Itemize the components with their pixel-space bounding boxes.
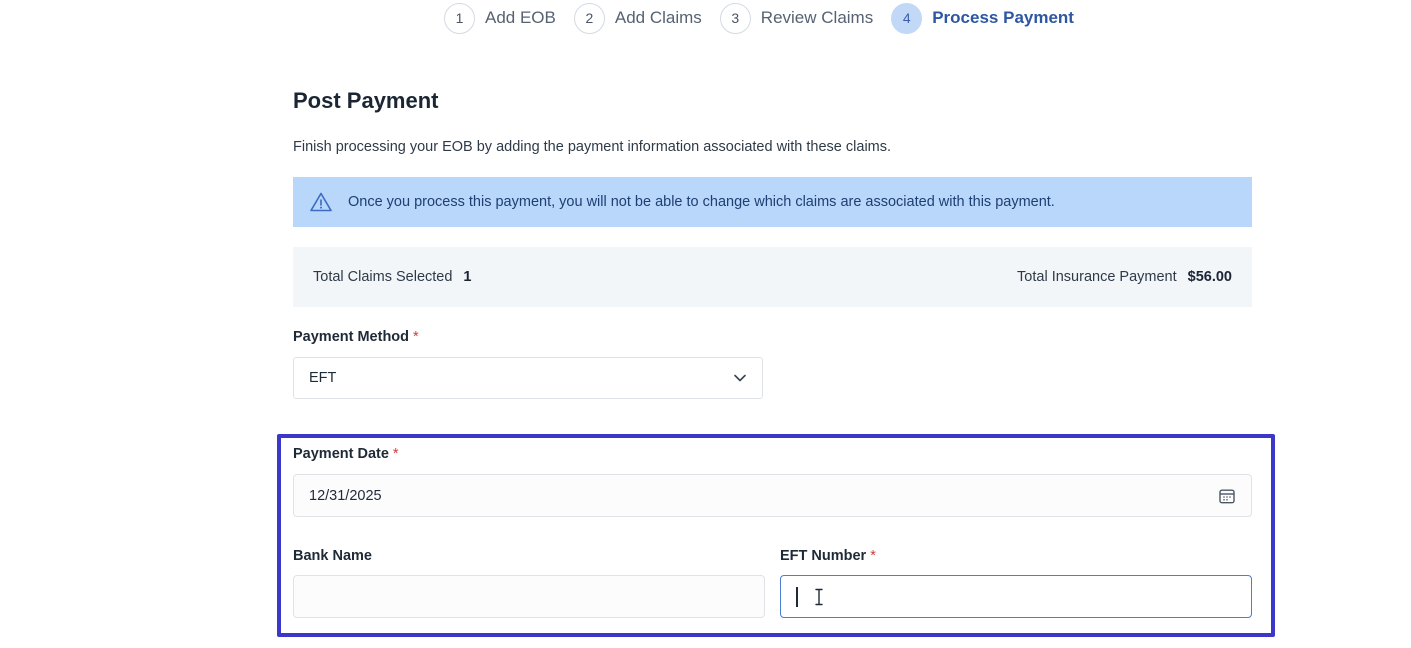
step-number: 2 <box>573 2 605 34</box>
step-add-claims[interactable]: 2 Add Claims <box>573 2 702 34</box>
step-label: Add Claims <box>614 8 702 27</box>
step-label: Review Claims <box>760 8 874 27</box>
total-payment-summary: Total Insurance Payment $56.00 <box>1017 269 1232 285</box>
total-claims-value: 1 <box>463 269 472 285</box>
payment-method-label: Payment Method * <box>293 329 419 345</box>
chevron-down-icon <box>732 370 748 386</box>
highlight-box <box>277 434 1275 637</box>
total-payment-value: $56.00 <box>1187 269 1232 285</box>
total-claims-summary: Total Claims Selected 1 <box>313 269 472 285</box>
step-label: Add EOB <box>485 8 556 27</box>
step-add-eob[interactable]: 1 Add EOB <box>444 2 556 34</box>
step-number: 1 <box>444 2 475 34</box>
warning-banner: Once you process this payment, you will … <box>293 177 1252 227</box>
step-label: Process Payment <box>932 8 1074 27</box>
step-number: 3 <box>719 2 751 34</box>
payment-method-label-text: Payment Method <box>293 329 410 345</box>
step-review-claims[interactable]: 3 Review Claims <box>719 2 874 34</box>
step-process-payment[interactable]: 4 Process Payment <box>891 2 1074 34</box>
payment-summary: Total Claims Selected 1 Total Insurance … <box>293 247 1252 307</box>
step-number: 4 <box>891 2 923 34</box>
page-title: Post Payment <box>293 88 439 113</box>
warning-text: Once you process this payment, you will … <box>348 194 1055 210</box>
total-payment-label: Total Insurance Payment <box>1017 269 1177 285</box>
payment-method-value: EFT <box>309 370 337 386</box>
page-description: Finish processing your EOB by adding the… <box>293 139 892 155</box>
payment-method-select[interactable]: EFT <box>293 357 763 399</box>
warning-triangle-icon <box>309 190 333 214</box>
stepper: 1 Add EOB 2 Add Claims 3 Review Claims 4… <box>444 2 1092 34</box>
total-claims-label: Total Claims Selected <box>313 269 453 285</box>
required-marker: * <box>413 329 419 345</box>
